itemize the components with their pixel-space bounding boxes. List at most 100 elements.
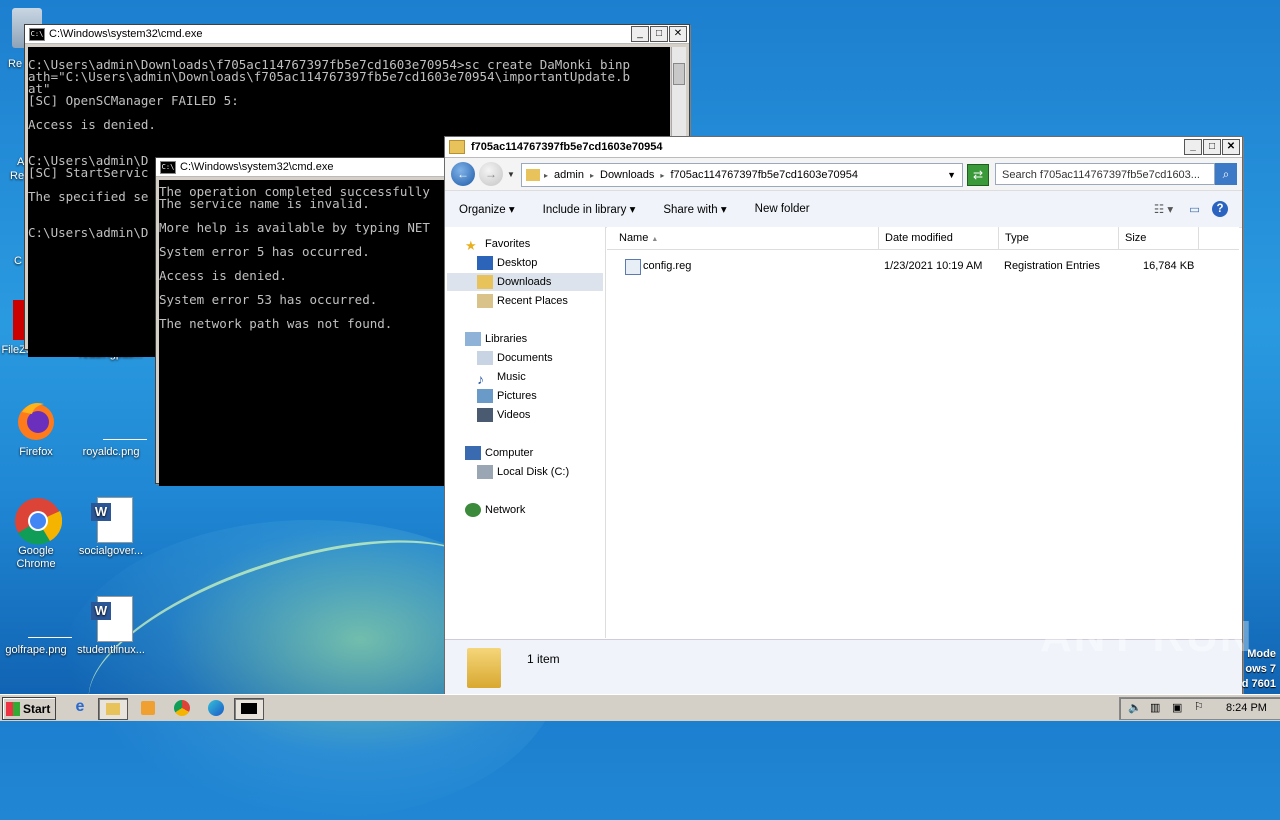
address-dropdown-icon[interactable]: ▼ <box>947 170 962 180</box>
console-line: ath="C:\Users\admin\Downloads\f705ac1147… <box>28 69 631 84</box>
system-tray: 🔈 ▥ ▣ ⚐ 8:24 PM <box>1119 697 1280 720</box>
console-line: System error 53 has occurred. <box>159 292 378 307</box>
command-bar: Organize ▾ Include in library ▾ Share wi… <box>445 191 1242 228</box>
column-date-modified[interactable]: Date modified <box>879 227 999 249</box>
nav-favorites[interactable]: ★ Favorites <box>465 235 530 253</box>
reg-file-icon <box>625 259 641 275</box>
breadcrumb-current[interactable]: f705ac114767397fb5e7cd1603e70954 <box>664 169 947 181</box>
cmd-console[interactable]: The operation completed successfully The … <box>159 180 455 486</box>
maximize-button[interactable]: □ <box>650 26 668 42</box>
sort-ascending-icon: ▲ <box>651 236 659 243</box>
taskbar: Start e 🔈 ▥ ▣ ⚐ 8:24 PM <box>0 694 1280 721</box>
desktop-icon-socialgover[interactable]: W socialgover... <box>76 497 146 558</box>
network-icon <box>465 503 481 517</box>
breadcrumb-downloads[interactable]: Downloads <box>594 169 660 181</box>
desktop-edge-label: Re <box>10 170 25 182</box>
disk-icon <box>477 465 493 479</box>
chevron-down-icon[interactable]: ▼ <box>507 170 515 179</box>
nav-documents[interactable]: Documents <box>477 349 553 367</box>
folder-large-icon <box>467 648 501 688</box>
desktop-icon-firefox[interactable]: Firefox <box>1 398 71 459</box>
maximize-button[interactable]: □ <box>1203 139 1221 155</box>
nav-downloads[interactable]: Downloads <box>447 273 603 291</box>
nav-desktop[interactable]: Desktop <box>477 254 537 272</box>
cmd-titlebar[interactable]: C:\ C:\Windows\system32\cmd.exe <box>156 158 456 177</box>
console-line: [SC] OpenSCManager FAILED 5: <box>28 93 239 108</box>
close-button[interactable]: ✕ <box>1222 139 1240 155</box>
minimize-button[interactable]: _ <box>631 26 649 42</box>
item-count: 1 item <box>527 652 560 666</box>
edge-taskbar-icon[interactable] <box>206 698 226 718</box>
volume-icon[interactable]: 🔈 <box>1128 701 1142 714</box>
new-folder-button[interactable]: New folder <box>741 203 824 215</box>
nav-network[interactable]: Network <box>465 501 525 519</box>
organize-button[interactable]: Organize ▾ <box>445 202 529 216</box>
cmd-titlebar[interactable]: C:\ C:\Windows\system32\cmd.exe _ □ ✕ <box>25 25 689 44</box>
star-icon: ★ <box>465 238 477 253</box>
table-row[interactable]: config.reg 1/23/2021 10:19 AM Registrati… <box>607 257 1239 275</box>
flag-icon[interactable]: ⚐ <box>1194 700 1204 713</box>
pictures-icon <box>477 389 493 403</box>
os-corner-text: Mode <box>1247 648 1276 660</box>
explorer-titlebar[interactable]: f705ac114767397fb5e7cd1603e70954 _ □ ✕ <box>445 137 1242 158</box>
os-corner-text: d 7601 <box>1241 678 1276 690</box>
column-type[interactable]: Type <box>999 227 1119 249</box>
desktop-icon-chrome[interactable]: Google Chrome <box>1 497 71 571</box>
desktop-icon-royaldc[interactable]: royaldc.png <box>76 398 147 459</box>
recent-places-icon <box>477 294 493 308</box>
clock[interactable]: 8:24 PM <box>1226 702 1267 714</box>
word-document-icon: W <box>89 497 133 543</box>
chrome-taskbar-icon[interactable] <box>172 698 192 718</box>
address-box[interactable]: ▸ admin ▸ Downloads ▸ f705ac114767397fb5… <box>521 163 963 187</box>
explorer-window[interactable]: f705ac114767397fb5e7cd1603e70954 _ □ ✕ ←… <box>444 136 1243 694</box>
share-with-button[interactable]: Share with ▾ <box>649 202 740 216</box>
close-button[interactable]: ✕ <box>669 26 687 42</box>
view-options-icon[interactable]: ☷ ▾ <box>1146 202 1181 216</box>
cmd-taskbar-icon[interactable] <box>234 698 264 720</box>
display-icon[interactable]: ▣ <box>1172 701 1182 714</box>
music-icon: ♪ <box>477 371 484 387</box>
libraries-icon <box>465 332 481 346</box>
cmd-title: C:\Windows\system32\cmd.exe <box>180 161 334 173</box>
breadcrumb-admin[interactable]: admin <box>548 169 590 181</box>
file-date: 1/23/2021 10:19 AM <box>884 260 983 272</box>
explorer-taskbar-icon[interactable] <box>98 698 128 720</box>
search-icon[interactable]: ⌕ <box>1215 163 1237 185</box>
media-player-icon[interactable] <box>138 698 158 718</box>
ie-icon[interactable]: e <box>70 698 90 718</box>
computer-icon <box>465 446 481 460</box>
search-input[interactable]: Search f705ac114767397fb5e7cd1603... <box>995 163 1215 185</box>
folder-icon <box>449 140 465 154</box>
desktop-icon-golfrape[interactable]: golfrape.png <box>1 596 72 657</box>
start-button[interactable]: Start <box>2 697 56 720</box>
network-tray-icon[interactable]: ▥ <box>1150 701 1160 714</box>
column-name[interactable]: Name ▲ <box>613 227 879 249</box>
forward-button[interactable]: → <box>479 162 503 186</box>
back-button[interactable]: ← <box>451 162 475 186</box>
file-name: config.reg <box>643 260 692 272</box>
os-corner-text: ows 7 <box>1245 663 1276 675</box>
console-line: More help is available by typing NET <box>159 220 430 235</box>
nav-recent-places[interactable]: Recent Places <box>477 292 568 310</box>
file-size: 16,784 KB <box>1143 260 1195 272</box>
chrome-icon <box>14 497 63 545</box>
desktop-icon-studentlinux[interactable]: W studentlinux... <box>76 596 146 657</box>
column-size[interactable]: Size <box>1119 227 1199 249</box>
cmd-window-2[interactable]: C:\ C:\Windows\system32\cmd.exe The oper… <box>155 157 457 486</box>
minimize-button[interactable]: _ <box>1184 139 1202 155</box>
windows-logo-icon <box>6 701 20 716</box>
refresh-button[interactable]: ⇄ <box>967 164 989 186</box>
nav-music[interactable]: ♪ Music <box>477 368 526 387</box>
preview-pane-icon[interactable]: ▭ <box>1181 202 1208 216</box>
downloads-folder-icon <box>477 275 493 289</box>
nav-local-disk[interactable]: Local Disk (C:) <box>477 463 569 481</box>
documents-icon <box>477 351 493 365</box>
scroll-thumb[interactable] <box>673 63 685 85</box>
help-icon[interactable]: ? <box>1212 201 1228 217</box>
nav-libraries[interactable]: Libraries <box>465 330 527 348</box>
desktop-edge-label: C <box>14 255 22 267</box>
nav-videos[interactable]: Videos <box>477 406 530 424</box>
nav-computer[interactable]: Computer <box>465 444 533 462</box>
nav-pictures[interactable]: Pictures <box>477 387 537 405</box>
include-in-library-button[interactable]: Include in library ▾ <box>529 202 650 216</box>
